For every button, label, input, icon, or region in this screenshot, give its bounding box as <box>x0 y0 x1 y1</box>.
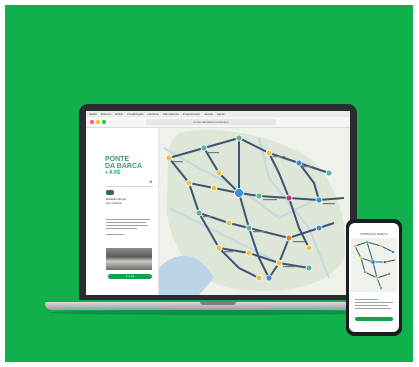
browser-toolbar: ponte-da-barca.vercel.app <box>86 117 350 128</box>
route-map[interactable] <box>159 128 350 295</box>
stop-name-line: dos Castros <box>106 201 123 205</box>
stop-description-placeholder <box>106 217 150 237</box>
green-background: Safari Ficheiro Editar Visualização Hist… <box>5 5 413 362</box>
stop-marker <box>265 149 273 157</box>
laptop-screen: Safari Ficheiro Editar Visualização Hist… <box>86 111 350 295</box>
stop-marker <box>305 264 313 272</box>
route-map-graphic <box>159 129 345 295</box>
stop-marker <box>185 179 193 187</box>
stop-marker <box>325 169 333 177</box>
stop-info-panel: PONTE DA BARCA + A PÉ × Estação Abrigo d… <box>86 128 159 295</box>
logo-line: PONTE <box>105 156 130 163</box>
stop-marker <box>215 244 223 252</box>
phone-stop-info-placeholder <box>355 297 393 311</box>
phone-title: PONTE DA BARCA <box>360 232 388 236</box>
stop-marker <box>165 154 173 162</box>
stop-marker <box>315 196 323 204</box>
landscape-photo <box>106 248 152 270</box>
phone-walk-button[interactable] <box>355 317 393 321</box>
close-window-icon[interactable] <box>90 120 94 124</box>
laptop-notch <box>200 302 236 305</box>
stop-marker <box>195 209 203 217</box>
stop-marker <box>235 134 243 142</box>
stop-name: Estação Abrigo dos Castros <box>106 197 146 205</box>
stop-marker <box>245 249 253 257</box>
brand-logo: PONTE DA BARCA + A PÉ <box>105 156 155 177</box>
stop-marker <box>305 244 313 252</box>
stop-marker <box>215 169 223 177</box>
stop-marker <box>210 184 218 192</box>
stop-marker <box>265 274 273 282</box>
stop-marker <box>225 219 233 227</box>
logo-line: DA BARCA <box>105 163 143 170</box>
stop-marker <box>245 224 253 232</box>
laptop-shadow <box>49 310 387 315</box>
stop-marker <box>315 224 323 232</box>
maximize-window-icon[interactable] <box>102 120 106 124</box>
stop-marker <box>200 144 208 152</box>
phone-route-map-graphic <box>353 240 396 290</box>
stop-marker <box>295 159 303 167</box>
stop-marker <box>275 259 283 267</box>
logo-tagline: + A PÉ <box>105 170 121 176</box>
address-bar[interactable]: ponte-da-barca.vercel.app <box>146 119 276 125</box>
stop-marker <box>255 192 263 200</box>
stop-marker <box>255 274 263 282</box>
walk-route-button[interactable]: Ir a pé <box>108 274 152 279</box>
divider <box>105 186 153 187</box>
bus-stop-icon <box>106 190 114 195</box>
phone-screen: PONTE DA BARCA <box>349 223 399 332</box>
phone-route-map[interactable] <box>351 238 397 292</box>
stop-marker <box>285 194 293 202</box>
stop-marker <box>285 234 293 242</box>
minimize-window-icon[interactable] <box>96 120 100 124</box>
stop-marker-selected <box>234 188 244 198</box>
